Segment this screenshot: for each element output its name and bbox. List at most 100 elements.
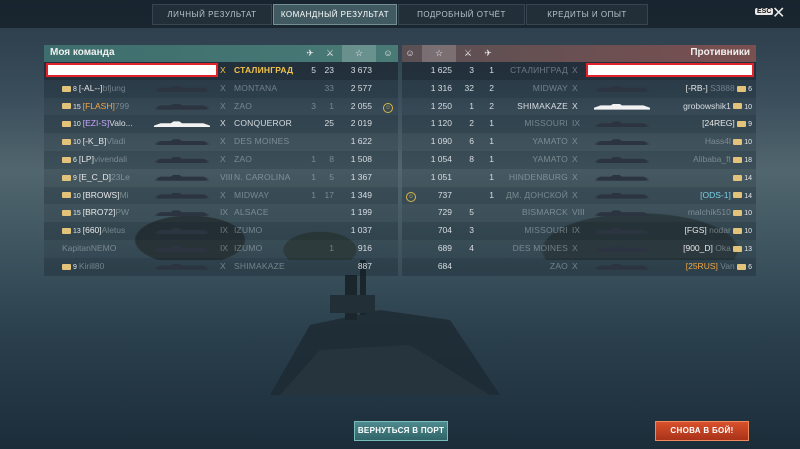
table-row[interactable]: 1 120 2 1 MISSOURI IX [24REG] 9 [402,115,756,134]
planes-destroyed: 1 [311,171,316,182]
planes-destroyed: 1 [489,118,494,129]
table-row[interactable]: 1 250 1 2 SHIMAKAZE Xgrobowshik1 10 [402,97,756,117]
tab-credits-xp[interactable]: КРЕДИТЫ И ОПЫТ [526,4,648,25]
clan-tag: [900_D] [683,242,716,253]
rank-badge-icon [62,227,71,234]
base-xp: 1 090 [430,136,452,147]
planes-destroyed: 1 [489,153,494,164]
plane-kill-icon[interactable]: ✈ [480,45,496,62]
table-row[interactable]: 15 [BRO72]PW IX ALSACE 1 199 [44,204,398,223]
rank-badge-value: 13 [744,245,752,253]
ship-silhouette-icon [594,85,650,92]
ship-silhouette-icon [154,228,210,235]
ship-silhouette-icon [154,139,210,146]
ship-tier: IX [220,207,229,218]
ship-tier: X [572,171,578,182]
base-xp: 1 037 [350,225,372,236]
enemy-team-header: ☺ ☆ ⚔ ✈ Противники [402,45,756,62]
table-row[interactable]: 1 054 8 1 YAMATO X Alibaba_ft 18 [402,150,756,170]
battle-again-button[interactable]: СНОВА В БОЙ! [655,421,749,441]
player-name: 23Le [110,171,130,182]
player-name-redacted [586,63,754,77]
ship-silhouette-icon [154,210,210,217]
ship-name: DES MOINES [234,136,290,147]
player-cell: 9 Kirill80 [62,258,104,277]
ship-tier: X [572,82,578,93]
rank-badge-icon [62,263,71,270]
base-xp: 2 055 [350,100,372,111]
ship-silhouette-icon [154,174,210,181]
rank-badge-icon [62,85,71,92]
base-xp: 1 199 [350,207,372,218]
ships-destroyed: 8 [469,153,474,164]
clan-tag: [FLASH] [82,100,115,111]
ship-tier: X [572,260,578,271]
medal-icon[interactable]: ☺ [380,45,396,62]
rank-badge-value: 10 [73,121,83,129]
table-row[interactable]: 8 [-AL--]bfjung X MONTANA 33 2 577 [44,79,398,98]
star-icon[interactable]: ☆ [342,45,376,62]
base-xp: 729 [437,207,452,218]
tab-personal-result[interactable]: ЛИЧНЫЙ РЕЗУЛЬТАТ [152,4,272,25]
enemy-team-title: Противники [690,47,750,58]
player-name: Hass4l [704,136,734,147]
table-row[interactable]: 1 625 3 1 СТАЛИНГРАД X [402,62,756,80]
planes-destroyed: 1 [311,153,316,164]
table-row[interactable]: 729 5 BISMARCK VIII malchik510 10 [402,204,756,223]
planes-destroyed: 1 [489,65,494,75]
base-xp: 1 051 [430,171,452,182]
rank-badge-value: 10 [73,192,83,200]
player-cell: grobowshik1 10 [683,98,752,117]
tab-detailed-report[interactable]: ПОДРОБНЫЙ ОТЧЁТ [398,4,525,25]
base-xp: 1 349 [350,189,372,200]
table-row[interactable]: 15 [FLASH]799 X ZAO 3 1 2 055 ☺ [44,97,398,116]
ship-silhouette-icon [154,121,210,128]
player-cell: malchik510 10 [688,204,752,223]
table-row[interactable]: 10 [-K_B]Vladi X DES MOINES 1 622 [44,133,398,151]
table-row[interactable]: 10 [BROWS]Mi X MIDWAY 1 17 1 349 [44,186,398,205]
player-name: Aletus [101,225,126,236]
ship-kill-icon[interactable]: ⚔ [322,45,338,62]
medal-icon[interactable]: ☺ [402,45,418,62]
table-row[interactable]: 6 [LP]vivendali X ZAO 1 8 1 508 [44,150,398,169]
base-xp: 1 054 [430,153,452,164]
ship-tier: X [572,242,578,253]
base-xp: 3 673 [350,65,372,75]
player-name: nodar [709,225,734,236]
clan-tag: [BROWS] [82,189,120,200]
planes-destroyed: 2 [489,100,494,111]
tab-team-result[interactable]: КОМАНДНЫЙ РЕЗУЛЬТАТ [273,4,397,25]
table-row[interactable]: KapitanNEMO IX IZUMO 1 916 [44,239,398,258]
player-cell: Alibaba_ft 18 [693,151,752,170]
table-row[interactable]: X СТАЛИНГРАД 5 23 3 673 [44,62,398,80]
enemy-team-rows: 1 625 3 1 СТАЛИНГРАД X 1 316 32 2 MIDWAY X [-RB-] … [402,62,756,276]
base-xp: 704 [437,225,452,236]
table-row[interactable]: 684 ZAO X [25RUS] Van 6 [402,257,756,276]
ship-tier: X [572,100,578,111]
base-xp: 1 625 [430,65,452,75]
table-row[interactable]: 9 [E_C_D]23Le VIII N. CAROLINA 1 5 1 367 [44,168,398,187]
rank-badge-icon [733,174,743,181]
table-row[interactable]: ☺ 737 1 ДМ. ДОНСКОЙ X [ODS-1] 14 [402,186,756,205]
table-row[interactable]: 1 090 6 1 YAMATO X Hass4l 10 [402,133,756,151]
base-xp: 1 316 [430,82,452,93]
table-row[interactable]: 9 Kirill80 X SHIMAKAZE 887 [44,257,398,277]
return-to-port-button[interactable]: ВЕРНУТЬСЯ В ПОРТ [354,421,448,441]
ship-name: BISMARCK [522,207,568,218]
table-row[interactable]: 689 4 DES MOINES X [900_D] Oka 13 [402,239,756,259]
table-row[interactable]: 1 051 1 HINDENBURG X 14 [402,168,756,187]
ships-destroyed: 2 [469,118,474,129]
plane-kill-icon[interactable]: ✈ [302,45,318,62]
clan-tag: [FGS] [684,225,710,236]
ship-name: SHIMAKAZE [517,100,568,111]
table-row[interactable]: 1 316 32 2 MIDWAY X [-RB-] S3888 6 [402,79,756,98]
table-row[interactable]: 704 3 MISSOURI IX [FGS] nodar 10 [402,222,756,240]
close-icon[interactable]: ✕ [772,3,785,23]
player-cell: [900_D] Oka 13 [683,240,752,259]
star-icon[interactable]: ☆ [422,45,456,62]
table-row[interactable]: 13 [660]Aletus IX IZUMO 1 037 [44,222,398,240]
table-row[interactable]: 10 [EZI-S]Valo... X CONQUEROR 25 2 019 [44,115,398,134]
ship-kill-icon[interactable]: ⚔ [460,45,476,62]
player-cell: 10 [-K_B]Vladi [62,133,125,152]
my-team-rows: X СТАЛИНГРАД 5 23 3 673 8 [-AL--]bfjung X MONTA… [44,62,398,276]
